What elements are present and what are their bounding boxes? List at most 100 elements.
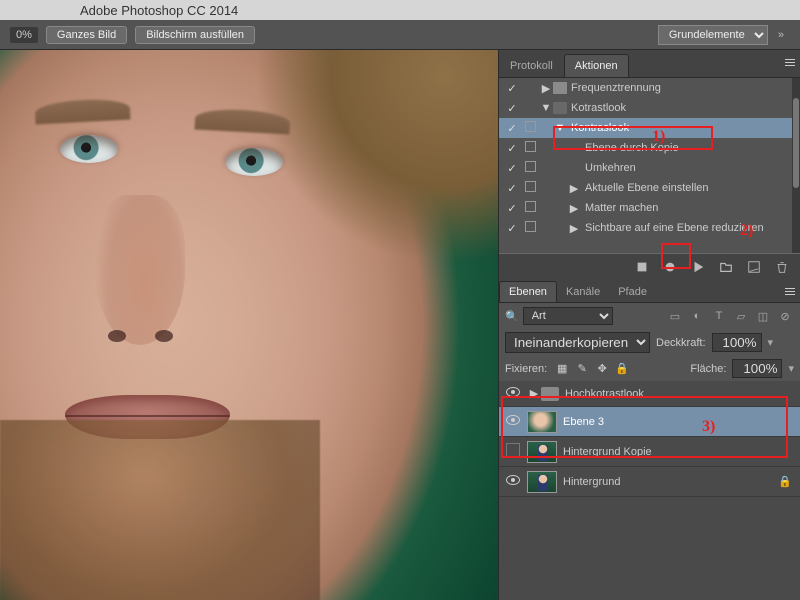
expander-icon[interactable]: ▶ — [567, 222, 581, 235]
lock-all-icon[interactable]: 🔒 — [615, 362, 629, 376]
check-icon[interactable]: ✓ — [503, 102, 521, 115]
layer-name[interactable]: Hochkotrastlook — [565, 388, 800, 400]
action-row[interactable]: ✓▼Kontraslook — [499, 118, 800, 138]
visibility-toggle[interactable] — [499, 443, 527, 460]
tab-paths[interactable]: Pfade — [609, 282, 656, 302]
new-action-icon[interactable] — [740, 256, 768, 278]
modal-toggle[interactable] — [521, 221, 539, 235]
modal-toggle[interactable] — [521, 181, 539, 195]
filter-adjust-icon[interactable]: ◐ — [688, 307, 706, 325]
tab-actions[interactable]: Aktionen — [564, 54, 629, 77]
filter-type-icon[interactable]: T — [710, 307, 728, 325]
lock-label: Fixieren: — [505, 363, 547, 375]
workspace-select[interactable]: Grundelemente — [658, 25, 768, 45]
check-icon[interactable]: ✓ — [503, 82, 521, 95]
layer-thumbnail[interactable] — [527, 471, 557, 493]
layer-filter-row: 🔍 Art ▭ ◐ T ▱ ◫ ⊘ — [499, 303, 800, 329]
layer-thumbnail[interactable] — [527, 441, 557, 463]
chevron-down-icon[interactable]: ▾ — [768, 336, 774, 349]
filter-image-icon[interactable]: ▭ — [666, 307, 684, 325]
check-icon[interactable]: ✓ — [503, 122, 521, 135]
layers-panel-tabs: Ebenen Kanäle Pfade — [499, 279, 800, 303]
eye-icon — [506, 387, 520, 397]
visibility-toggle[interactable] — [499, 475, 527, 488]
action-row[interactable]: ✓▶Matter machen — [499, 198, 800, 218]
tab-channels[interactable]: Kanäle — [557, 282, 609, 302]
fit-screen-button[interactable]: Ganzes Bild — [46, 26, 127, 44]
layer-list[interactable]: ▶ Hochkotrastlook Ebene 3 Hintergrund Kopie… — [499, 381, 800, 600]
modal-toggle[interactable] — [521, 201, 539, 215]
action-row[interactable]: ✓Umkehren — [499, 158, 800, 178]
expander-icon[interactable]: ▶ — [527, 387, 541, 400]
play-icon[interactable] — [684, 256, 712, 278]
folder-icon — [553, 82, 567, 94]
fill-input[interactable] — [732, 359, 782, 378]
check-icon[interactable]: ✓ — [503, 182, 521, 195]
expander-icon[interactable]: ▼ — [539, 102, 553, 114]
record-icon[interactable] — [656, 256, 684, 278]
layer-item[interactable]: Ebene 3 — [499, 407, 800, 437]
app-titlebar: Adobe Photoshop CC 2014 — [0, 0, 800, 20]
filter-shape-icon[interactable]: ▱ — [732, 307, 750, 325]
check-icon[interactable]: ✓ — [503, 202, 521, 215]
app-title: Adobe Photoshop CC 2014 — [80, 3, 238, 18]
layer-filter-kind[interactable]: Art — [523, 307, 613, 325]
layer-item[interactable]: Hintergrund Kopie — [499, 437, 800, 467]
folder-icon — [541, 387, 559, 401]
layer-group[interactable]: ▶ Hochkotrastlook — [499, 381, 800, 407]
options-bar: 0% Ganzes Bild Bildschirm ausfüllen Grun… — [0, 20, 800, 50]
action-row[interactable]: ✓Ebene durch Kopie — [499, 138, 800, 158]
panel-menu-icon[interactable] — [782, 54, 798, 70]
new-set-icon[interactable] — [712, 256, 740, 278]
layer-thumbnail[interactable] — [527, 411, 557, 433]
modal-toggle[interactable] — [521, 161, 539, 175]
expander-icon[interactable]: ▶ — [567, 182, 581, 195]
search-icon: 🔍 — [505, 310, 519, 323]
visibility-toggle[interactable] — [499, 415, 527, 428]
action-row[interactable]: ✓ ▼ Kotrastlook — [499, 98, 800, 118]
visibility-toggle[interactable] — [499, 387, 527, 400]
fill-label: Fläche: — [690, 363, 726, 375]
layer-blend-row: Ineinanderkopieren Deckkraft: ▾ — [499, 329, 800, 356]
layer-item[interactable]: Hintergrund🔒 — [499, 467, 800, 497]
expander-icon[interactable]: ▶ — [567, 202, 581, 215]
layer-name[interactable]: Hintergrund Kopie — [563, 446, 800, 458]
callout-2: 2) — [740, 222, 753, 240]
actions-footer — [499, 253, 800, 279]
panel-menu-icon[interactable] — [782, 283, 798, 299]
layer-name[interactable]: Ebene 3 — [563, 416, 800, 428]
opacity-input[interactable] — [712, 333, 762, 352]
filter-smart-icon[interactable]: ◫ — [754, 307, 772, 325]
expander-icon[interactable]: ▼ — [553, 122, 567, 134]
actions-panel-tabs: Protokoll Aktionen — [499, 50, 800, 78]
eye-icon — [506, 475, 520, 485]
blend-mode-select[interactable]: Ineinanderkopieren — [505, 332, 650, 353]
chevron-down-icon[interactable]: ▾ — [788, 362, 794, 375]
action-label: Kotrastlook — [567, 102, 800, 114]
lock-transparency-icon[interactable]: ▦ — [555, 362, 569, 376]
modal-toggle[interactable] — [521, 121, 539, 135]
lock-pixels-icon[interactable]: ✎ — [575, 362, 589, 376]
tab-history[interactable]: Protokoll — [499, 54, 564, 77]
modal-toggle[interactable] — [521, 141, 539, 155]
check-icon[interactable]: ✓ — [503, 222, 521, 235]
action-row[interactable]: ✓▶Sichtbare auf eine Ebene reduzieren — [499, 218, 800, 238]
opacity-label: Deckkraft: — [656, 337, 706, 349]
filter-toggle-icon[interactable]: ⊘ — [776, 307, 794, 325]
fill-screen-button[interactable]: Bildschirm ausfüllen — [135, 26, 255, 44]
action-label: Aktuelle Ebene einstellen — [581, 182, 800, 194]
check-icon[interactable]: ✓ — [503, 162, 521, 175]
trash-icon[interactable] — [768, 256, 796, 278]
zoom-level[interactable]: 0% — [10, 27, 38, 43]
expander-icon[interactable]: ▶ — [539, 82, 553, 95]
workspace-search-icon[interactable]: » — [772, 29, 790, 41]
lock-position-icon[interactable]: ✥ — [595, 362, 609, 376]
action-row[interactable]: ✓ ▶Aktuelle Ebene einstellen — [499, 178, 800, 198]
layer-name[interactable]: Hintergrund — [563, 476, 778, 488]
tab-layers[interactable]: Ebenen — [499, 281, 557, 302]
action-row[interactable]: ✓▶Frequenztrennung — [499, 78, 800, 98]
actions-list[interactable]: ✓▶Frequenztrennung✓▼Kotrastlook✓▼Kontras… — [499, 78, 800, 253]
image-canvas[interactable] — [0, 50, 498, 600]
stop-icon[interactable] — [628, 256, 656, 278]
check-icon[interactable]: ✓ — [503, 142, 521, 155]
